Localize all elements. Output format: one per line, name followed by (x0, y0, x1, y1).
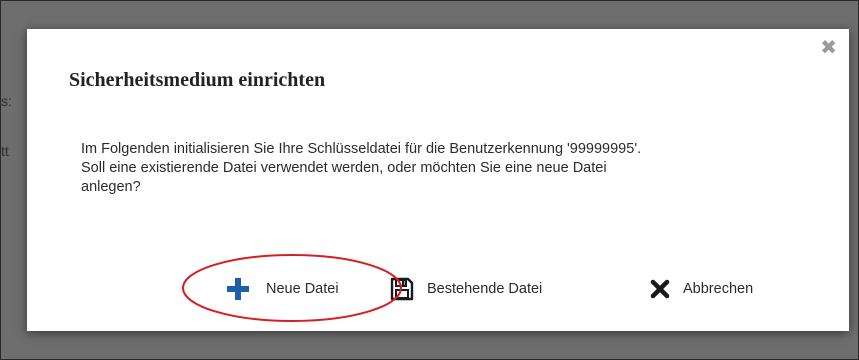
cancel-label: Abbrechen (683, 281, 754, 297)
background-text-fragment: s: (1, 93, 12, 109)
setup-dialog: ✖ Sicherheitsmedium einrichten Im Folgen… (27, 29, 849, 331)
message-line: Soll eine existierende Datei verwendet w… (81, 160, 607, 176)
dialog-message: Im Folgenden initialisieren Sie Ihre Sch… (81, 140, 811, 197)
new-file-label: Neue Datei (266, 281, 339, 297)
cancel-button[interactable]: Abbrechen (649, 273, 753, 305)
message-line: anlegen? (81, 179, 141, 195)
dialog-title: Sicherheitsmedium einrichten (69, 69, 326, 91)
x-icon (649, 279, 671, 299)
screenshot-frame: s: tt ✖ Sicherheitsmedium einrichten Im … (0, 0, 859, 360)
background-text-fragment: tt (1, 143, 9, 159)
floppy-disk-icon (389, 277, 415, 301)
message-line: Im Folgenden initialisieren Sie Ihre Sch… (81, 141, 642, 157)
existing-file-button[interactable]: Bestehende Datei (389, 273, 542, 305)
close-icon[interactable]: ✖ (820, 37, 837, 57)
plus-icon (224, 277, 252, 301)
new-file-button[interactable]: Neue Datei (224, 273, 339, 305)
existing-file-label: Bestehende Datei (427, 281, 543, 297)
